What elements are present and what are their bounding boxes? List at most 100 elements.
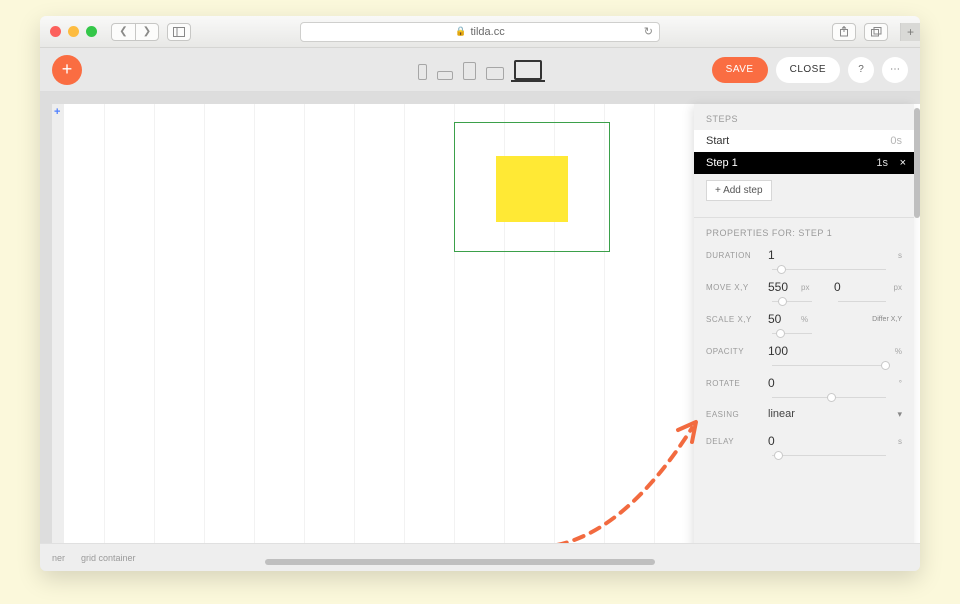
prop-opacity-slider[interactable]: [772, 365, 886, 366]
prop-rotate-unit: °: [899, 379, 902, 388]
prop-opacity-unit: %: [895, 347, 902, 356]
step-start-row[interactable]: Start 0s: [694, 130, 914, 152]
prop-opacity-row: OPACITY 100 %: [706, 344, 902, 358]
device-desktop-icon[interactable]: [514, 60, 542, 80]
ruler-horizontal: [40, 92, 920, 104]
grid-guide: [304, 104, 305, 559]
step-start-label: Start: [706, 135, 729, 147]
step-1-label: Step 1: [706, 157, 738, 169]
step-remove-icon[interactable]: ×: [900, 157, 906, 169]
traffic-lights: [50, 26, 97, 37]
horizontal-scrollbar[interactable]: [265, 559, 655, 565]
sidebar-toggle-button[interactable]: [167, 23, 191, 41]
url-text: tilda.cc: [470, 26, 504, 38]
prop-duration-row: DURATION 1 s: [706, 248, 902, 262]
new-tab-button[interactable]: +: [900, 23, 920, 41]
share-icon[interactable]: [832, 23, 856, 41]
prop-move-y-unit: px: [894, 283, 902, 292]
add-button[interactable]: +: [52, 55, 82, 85]
prop-duration-unit: s: [898, 251, 902, 260]
prop-easing-value: linear: [768, 408, 795, 420]
refresh-icon[interactable]: ↻: [644, 25, 653, 38]
back-button[interactable]: ❮: [111, 23, 135, 41]
prop-scale-slider[interactable]: [772, 333, 812, 334]
prop-move-x-value[interactable]: 550: [768, 280, 798, 294]
prop-delay-unit: s: [898, 437, 902, 446]
add-element-corner-icon[interactable]: +: [54, 106, 60, 118]
prop-move-y-slider[interactable]: [838, 301, 886, 302]
app-toolbar: + SAVE CLOSE ? ⋯: [40, 48, 920, 92]
prop-delay-row: DELAY 0 s: [706, 434, 902, 448]
tabs-icon[interactable]: [864, 23, 888, 41]
prop-opacity-label: OPACITY: [706, 347, 760, 356]
status-breadcrumb-1[interactable]: ner: [52, 553, 65, 563]
grid-guide: [204, 104, 205, 559]
forward-button[interactable]: ❯: [135, 23, 159, 41]
workspace: + STEPS Start 0s Step 1: [40, 92, 920, 571]
properties-block: PROPERTIES FOR: STEP 1 DURATION 1 s MOVE…: [694, 217, 914, 448]
prop-move-row: MOVE X,Y 550 px 0 px: [706, 280, 902, 294]
prop-rotate-row: ROTATE 0 °: [706, 376, 902, 390]
prop-move-x-slider[interactable]: [772, 301, 812, 302]
step-start-time: 0s: [890, 135, 902, 147]
save-button[interactable]: SAVE: [712, 57, 768, 83]
prop-move-x-unit: px: [801, 283, 809, 292]
prop-delay-slider[interactable]: [772, 455, 886, 456]
address-bar[interactable]: 🔒 tilda.cc ↻: [300, 22, 660, 42]
nav-buttons: ❮ ❯: [111, 23, 159, 41]
animation-panel: STEPS Start 0s Step 1 1s × + Add step PR…: [694, 104, 914, 569]
prop-move-y-value[interactable]: 0: [834, 280, 864, 294]
add-step-button[interactable]: + Add step: [706, 180, 772, 201]
prop-move-label: MOVE X,Y: [706, 283, 760, 292]
prop-scale-differ[interactable]: Differ X,Y: [872, 316, 902, 323]
prop-duration-label: DURATION: [706, 251, 760, 260]
prop-scale-row: SCALE X,Y 50 % Differ X,Y: [706, 312, 902, 326]
ruler-vertical: [40, 92, 52, 571]
more-button[interactable]: ⋯: [882, 57, 908, 83]
lock-icon: 🔒: [455, 26, 466, 37]
browser-window: ❮ ❯ 🔒 tilda.cc ↻ + +: [40, 16, 920, 571]
close-button[interactable]: CLOSE: [776, 57, 840, 83]
device-tablet-landscape-icon[interactable]: [486, 67, 504, 80]
close-window-icon[interactable]: [50, 26, 61, 37]
minimize-window-icon[interactable]: [68, 26, 79, 37]
step-1-row[interactable]: Step 1 1s ×: [694, 152, 914, 174]
prop-easing-label: EASING: [706, 410, 760, 419]
grid-guide: [654, 104, 655, 559]
help-button[interactable]: ?: [848, 57, 874, 83]
prop-duration-slider[interactable]: [772, 269, 886, 270]
panel-scrollbar[interactable]: [914, 108, 920, 218]
canvas-element-shape[interactable]: [496, 156, 568, 222]
grid-guide: [104, 104, 105, 559]
browser-right-tools: +: [832, 23, 910, 41]
grid-guide: [154, 104, 155, 559]
prop-rotate-slider[interactable]: [772, 397, 886, 398]
prop-delay-label: DELAY: [706, 437, 760, 446]
prop-delay-value[interactable]: 0: [768, 434, 798, 448]
prop-easing-row[interactable]: EASING linear ▾: [706, 408, 902, 420]
device-switcher: [418, 60, 542, 80]
device-phone-landscape-icon[interactable]: [437, 71, 453, 80]
chevron-down-icon: ▾: [897, 409, 902, 420]
device-tablet-portrait-icon[interactable]: [463, 62, 476, 80]
step-1-time: 1s: [876, 157, 888, 169]
maximize-window-icon[interactable]: [86, 26, 97, 37]
toolbar-right-buttons: SAVE CLOSE ? ⋯: [712, 57, 908, 83]
prop-duration-value[interactable]: 1: [768, 248, 798, 262]
prop-scale-unit: %: [801, 315, 808, 324]
prop-scale-value[interactable]: 50: [768, 312, 798, 326]
prop-scale-label: SCALE X,Y: [706, 315, 760, 324]
properties-title: PROPERTIES FOR: STEP 1: [706, 228, 902, 238]
status-breadcrumb-2[interactable]: grid container: [81, 553, 136, 563]
prop-rotate-label: ROTATE: [706, 379, 760, 388]
prop-rotate-value[interactable]: 0: [768, 376, 798, 390]
steps-title: STEPS: [694, 104, 914, 130]
grid-guide: [354, 104, 355, 559]
address-text: 🔒 tilda.cc: [311, 26, 649, 38]
browser-chrome: ❮ ❯ 🔒 tilda.cc ↻ +: [40, 16, 920, 48]
grid-guide: [404, 104, 405, 559]
device-phone-portrait-icon[interactable]: [418, 64, 427, 80]
grid-guide: [254, 104, 255, 559]
prop-opacity-value[interactable]: 100: [768, 344, 798, 358]
status-bar: ner grid container: [40, 543, 920, 571]
